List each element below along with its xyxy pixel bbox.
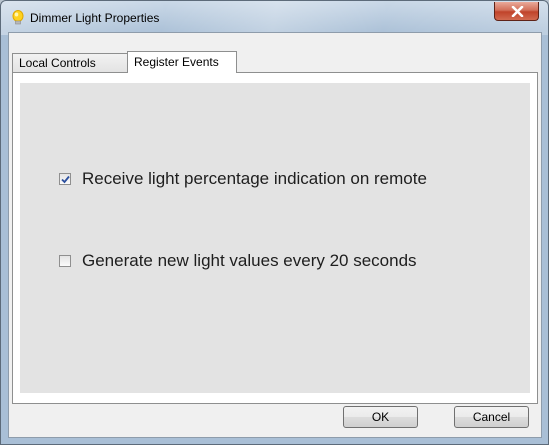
generate-values-checkbox[interactable] (59, 255, 71, 267)
tab-local-controls[interactable]: Local Controls (12, 53, 128, 72)
option-receive-light-percentage[interactable]: Receive light percentage indication on r… (59, 169, 427, 189)
generate-values-label: Generate new light values every 20 secon… (82, 251, 417, 270)
dialog-window: Dimmer Light Properties Local Controls R… (0, 0, 549, 445)
tab-label: Local Controls (19, 56, 96, 70)
ok-button[interactable]: OK (343, 406, 418, 428)
options-group: Receive light percentage indication on r… (20, 83, 530, 393)
close-button[interactable] (494, 2, 539, 21)
receive-percentage-checkbox[interactable] (59, 173, 71, 185)
checkmark-icon (61, 175, 70, 184)
close-icon (511, 6, 524, 17)
cancel-button[interactable]: Cancel (454, 406, 529, 428)
receive-percentage-label: Receive light percentage indication on r… (82, 169, 427, 188)
title-bar[interactable]: Dimmer Light Properties (1, 1, 548, 33)
dialog-client-area: Local Controls Register Events Receive l… (8, 32, 542, 438)
lightbulb-icon (11, 10, 25, 26)
option-generate-light-values[interactable]: Generate new light values every 20 secon… (59, 251, 417, 271)
window-title: Dimmer Light Properties (30, 11, 160, 25)
tab-label: Register Events (134, 55, 219, 69)
register-events-panel: Receive light percentage indication on r… (12, 72, 538, 404)
tab-register-events[interactable]: Register Events (127, 51, 237, 73)
